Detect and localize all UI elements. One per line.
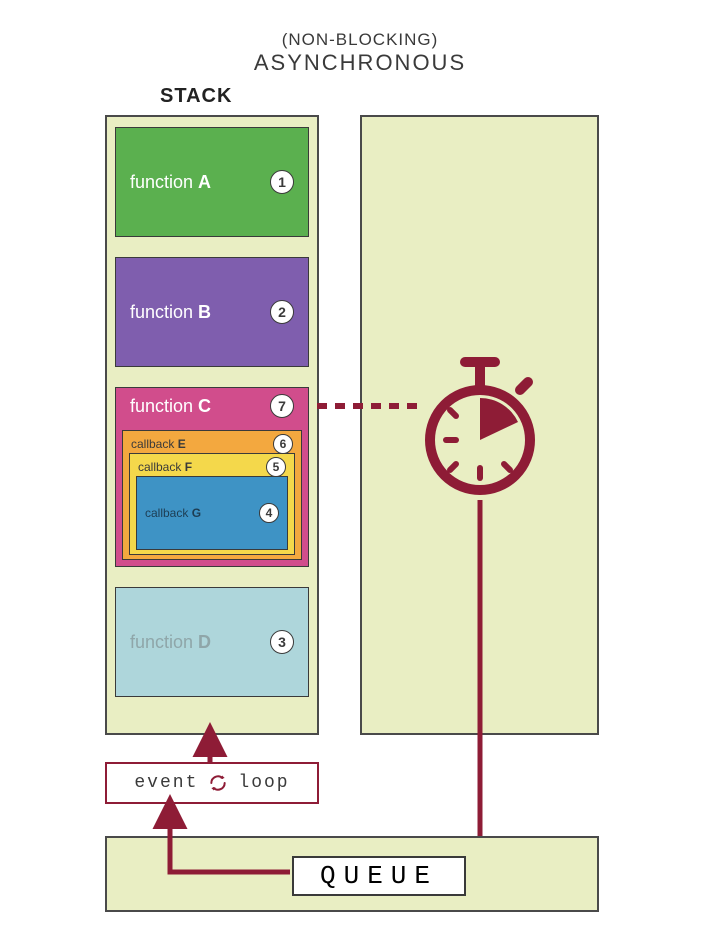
callback-e-label: callback E	[131, 437, 186, 451]
header-title: ASYNCHRONOUS	[0, 50, 720, 76]
queue-label: QUEUE	[292, 856, 466, 896]
stack-frame-a: function A 1	[115, 127, 309, 237]
header-subtitle: (NON-BLOCKING)	[0, 30, 720, 50]
event-loop-right-label: loop	[238, 773, 289, 793]
callback-frame-f: callback F 5 callback G 4	[129, 453, 295, 555]
event-loop-left-label: event	[134, 773, 198, 793]
stopwatch-icon	[410, 350, 550, 500]
stack-frame-c: function C 7 callback E 6 callback F	[115, 387, 309, 567]
event-loop-box: event loop	[105, 762, 319, 804]
callback-e-order-badge: 6	[273, 434, 293, 454]
refresh-icon	[208, 773, 228, 793]
queue-block: QUEUE	[105, 836, 599, 912]
callback-g-label: callback G	[145, 506, 201, 520]
stack-frame-d: function D 3	[115, 587, 309, 697]
callback-frame-g: callback G 4	[136, 476, 288, 550]
callback-g-order-badge: 4	[259, 503, 279, 523]
frame-d-label: function D	[130, 632, 270, 653]
frame-d-order-badge: 3	[270, 630, 294, 654]
frame-c-label: function C	[130, 396, 270, 417]
callback-f-label: callback F	[138, 460, 192, 474]
frame-b-label: function B	[130, 302, 270, 323]
stack-label: STACK	[160, 85, 232, 108]
frame-a-order-badge: 1	[270, 170, 294, 194]
frame-c-order-badge: 7	[270, 394, 294, 418]
frame-a-label: function A	[130, 172, 270, 193]
callback-frame-e: callback E 6 callback F 5 callba	[122, 430, 302, 560]
frame-b-order-badge: 2	[270, 300, 294, 324]
callback-f-order-badge: 5	[266, 457, 286, 477]
stack-frame-b: function B 2	[115, 257, 309, 367]
stack-column: function A 1 function B 2 function C 7	[105, 115, 319, 735]
